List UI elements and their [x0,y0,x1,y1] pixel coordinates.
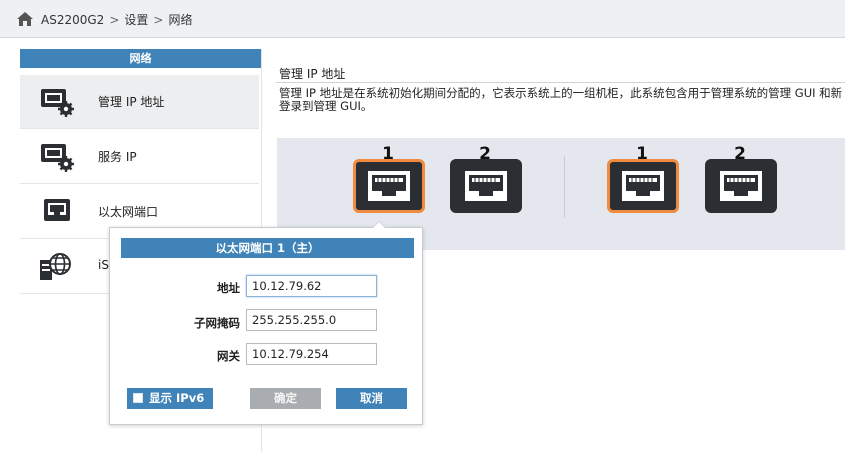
gateway-label: 网关 [217,349,240,363]
sidebar-item-service-ip[interactable]: 服务 IP [20,130,259,184]
show-ipv6-checkbox[interactable] [133,393,143,403]
popup-title: 以太网端口 1（主） [121,238,414,258]
address-label: 地址 [217,281,240,295]
rj45-port-icon [465,171,507,201]
breadcrumb-device[interactable]: AS2200G2 [41,13,104,27]
node-divider [564,156,565,218]
ethernet-port-1-node2[interactable] [607,159,679,213]
service-ip-icon [41,144,74,172]
breadcrumb-separator: > [109,13,120,27]
address-input[interactable] [246,275,377,297]
ethernet-port-2-node2[interactable] [705,159,777,213]
page-title: 管理 IP 地址 [279,67,346,81]
breadcrumb: AS2200G2 > 设置 > 网络 [41,11,192,28]
breadcrumb-section[interactable]: 设置 [124,13,148,27]
cancel-button[interactable]: 取消 [336,388,407,409]
title-divider [276,82,845,83]
rj45-port-icon [368,171,410,201]
sidebar-item-label: iS [98,258,109,272]
sidebar-header: 网络 [20,49,261,68]
top-bar: AS2200G2 > 设置 > 网络 [0,0,845,38]
ethernet-port-1-node1[interactable] [353,159,425,213]
ethernet-port-icon [44,199,70,221]
management-ip-icon [41,89,74,117]
sidebar-item-label: 服务 IP [98,150,137,164]
subnet-mask-label: 子网掩码 [194,316,240,330]
show-ipv6-toggle[interactable]: 显示 IPv6 [127,388,213,409]
popup-pointer [372,221,386,228]
ethernet-port-2-node1[interactable] [450,159,522,213]
gateway-input[interactable] [246,343,377,365]
ok-button[interactable]: 确定 [250,388,321,409]
port-config-popup: 以太网端口 1（主） 地址 子网掩码 网关 显示 IPv6 确定 取消 [109,221,423,425]
breadcrumb-page: 网络 [168,13,193,27]
sidebar-item-label: 以太网端口 [98,205,159,219]
subnet-mask-input[interactable] [246,309,377,331]
rj45-port-icon [720,171,762,201]
sidebar-item-label: 管理 IP 地址 [98,95,165,109]
rj45-port-icon [622,171,664,201]
breadcrumb-separator: > [153,13,164,27]
sidebar-item-management-ip[interactable]: 管理 IP 地址 [20,75,259,129]
home-icon[interactable] [17,12,33,26]
iscsi-globe-icon [40,253,71,280]
page-description: 管理 IP 地址是在系统初始化期间分配的，它表示系统上的一组机柜，此系统包含用于… [279,87,843,113]
show-ipv6-label: 显示 IPv6 [149,391,205,405]
